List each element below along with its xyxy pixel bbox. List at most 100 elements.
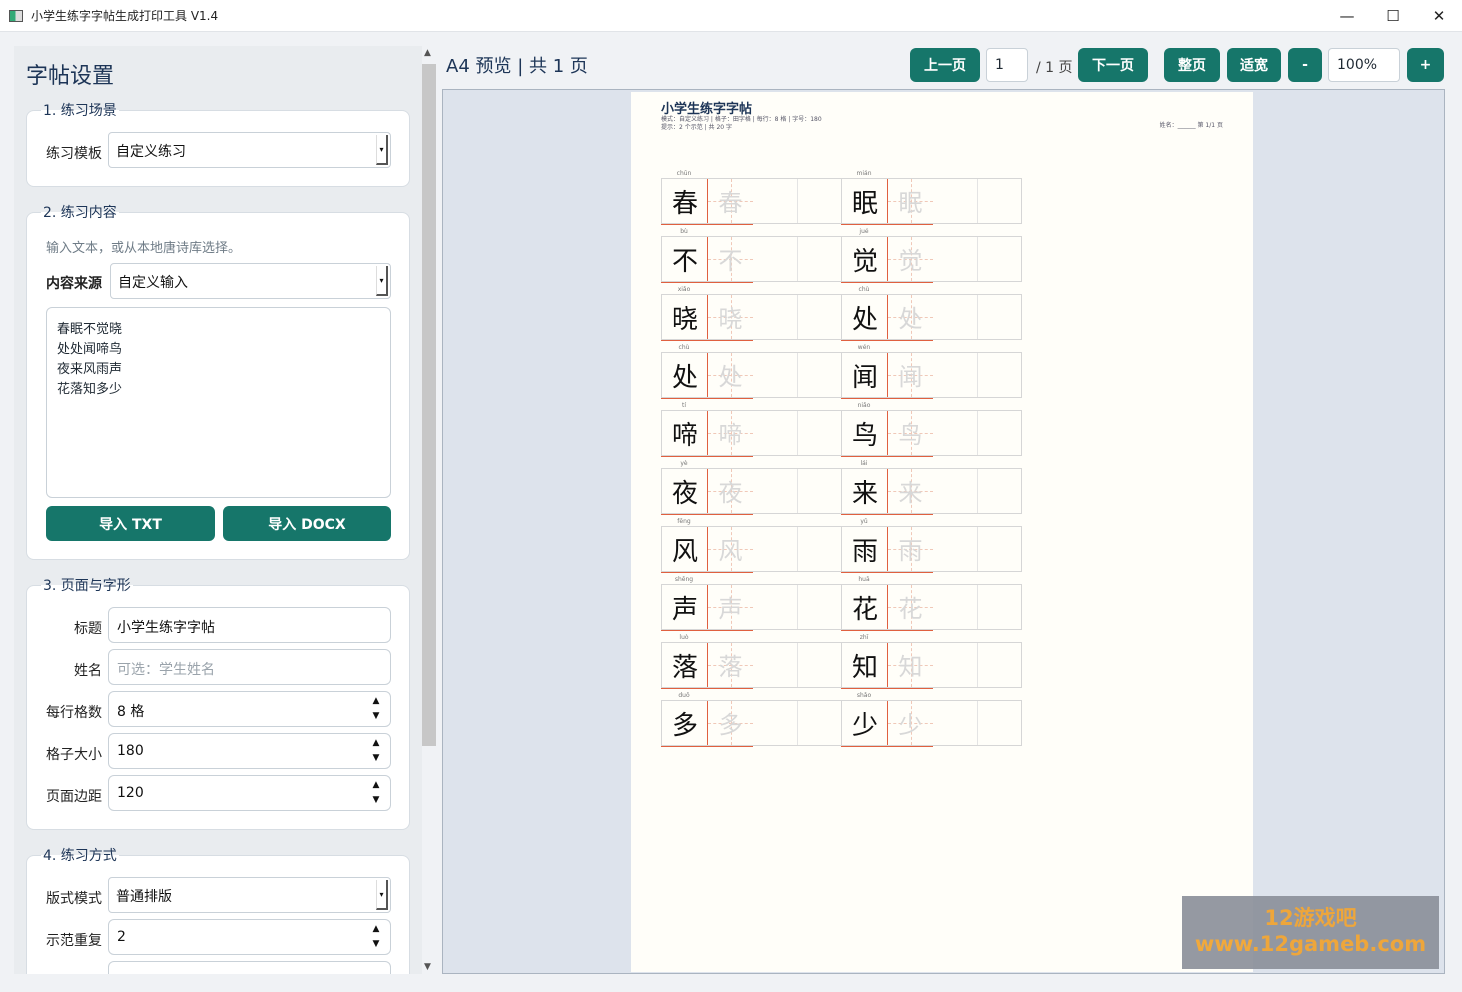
model-character: 风 bbox=[671, 537, 698, 567]
per-row-stepper[interactable]: 8 格 ▲ ▼ bbox=[108, 691, 391, 727]
template-select[interactable]: 自定义练习 ▾ bbox=[108, 132, 391, 168]
page-total: / 1 页 bbox=[1036, 60, 1073, 76]
template-select-value: 自定义练习 bbox=[116, 144, 186, 160]
trace-character: 来 bbox=[898, 479, 923, 507]
content-group: 2. 练习内容 输入文本，或从本地唐诗库选择。 内容来源 自定义输入 ▾ 春眠不… bbox=[26, 202, 410, 560]
trace-character: 少 bbox=[898, 711, 923, 739]
trace-character: 多 bbox=[718, 711, 743, 739]
fit-page-button[interactable]: 整页 bbox=[1164, 48, 1220, 82]
model-character: 花 bbox=[851, 595, 878, 625]
close-button[interactable]: ✕ bbox=[1416, 0, 1462, 32]
page-number-stepper[interactable]: 1 bbox=[986, 48, 1028, 82]
trace-character: 觉 bbox=[898, 247, 923, 275]
zoom-in-button[interactable]: + bbox=[1407, 48, 1444, 82]
page-number-value: 1 bbox=[995, 57, 1004, 73]
pinyin-label: tí bbox=[681, 402, 687, 409]
trace-character: 处 bbox=[718, 363, 743, 391]
margin-label: 页面边距 bbox=[46, 789, 102, 805]
source-select-value: 自定义输入 bbox=[118, 275, 188, 291]
content-hint: 输入文本，或从本地唐诗库选择。 bbox=[46, 241, 242, 256]
scrollbar-thumb[interactable] bbox=[422, 64, 436, 746]
settings-sidebar[interactable]: 字帖设置 1. 练习场景 练习模板 自定义练习 ▾ 2. 练习内容 输入文本，或… bbox=[14, 46, 422, 974]
scroll-up-icon[interactable]: ▲ bbox=[424, 48, 431, 58]
trace-character: 啼 bbox=[718, 421, 743, 449]
spin-up-icon[interactable]: ▲ bbox=[364, 922, 388, 937]
trace-character: 鸟 bbox=[898, 421, 923, 449]
minimize-button[interactable]: — bbox=[1324, 0, 1370, 32]
page-group: 3. 页面与字形 标题 小学生练字字帖 姓名 可选：学生姓名 每行格数 8 格 … bbox=[26, 575, 410, 830]
practice-group-label: 4. 练习方式 bbox=[41, 845, 119, 865]
spin-up-icon[interactable]: ▲ bbox=[364, 778, 388, 793]
spin-down-icon[interactable]: ▼ bbox=[364, 709, 388, 724]
watermark-line1: 12游戏吧 bbox=[1264, 906, 1357, 930]
per-row-value: 8 格 bbox=[117, 704, 145, 720]
spin-down-icon[interactable]: ▼ bbox=[364, 751, 388, 766]
next-stepper[interactable] bbox=[108, 961, 391, 974]
model-character: 觉 bbox=[851, 247, 878, 277]
trace-character: 处 bbox=[898, 305, 923, 333]
app-icon bbox=[9, 9, 23, 22]
margin-stepper[interactable]: 120 ▲ ▼ bbox=[108, 775, 391, 811]
source-label: 内容来源 bbox=[46, 276, 102, 292]
chevron-down-icon: ▾ bbox=[376, 135, 388, 165]
fit-width-button[interactable]: 适宽 bbox=[1227, 48, 1281, 82]
trace-character: 声 bbox=[718, 595, 743, 623]
title-input[interactable]: 小学生练字字帖 bbox=[108, 607, 391, 643]
practice-cell-row: 闻闻 bbox=[841, 352, 1022, 399]
scroll-down-icon[interactable]: ▼ bbox=[424, 962, 431, 972]
trace-character: 花 bbox=[898, 595, 923, 623]
model-character: 啼 bbox=[671, 421, 698, 451]
sidebar-scrollbar[interactable]: ▲ ▼ bbox=[422, 46, 436, 974]
name-input[interactable]: 可选：学生姓名 bbox=[108, 649, 391, 685]
zoom-stepper[interactable]: 100% bbox=[1328, 48, 1400, 82]
practice-cell-row: 知知 bbox=[841, 642, 1022, 689]
pinyin-label: fēng bbox=[677, 518, 691, 525]
pinyin-label: wén bbox=[857, 344, 871, 351]
cell-size-stepper[interactable]: 180 ▲ ▼ bbox=[108, 733, 391, 769]
pinyin-label: chù bbox=[858, 286, 870, 293]
chevron-down-icon: ▾ bbox=[376, 266, 388, 296]
model-character: 落 bbox=[671, 653, 698, 683]
preview-area[interactable]: 小学生练字字帖 模式：自定义练习 | 格子：田字格 | 每行：8 格 | 字号：… bbox=[442, 89, 1445, 974]
pinyin-label: shǎo bbox=[856, 692, 872, 699]
model-character: 处 bbox=[851, 305, 878, 335]
practice-cell-row: 多多 bbox=[661, 700, 842, 747]
model-character: 晓 bbox=[671, 305, 698, 335]
model-character: 春 bbox=[671, 189, 698, 219]
paper-info: 模式：自定义练习 | 格子：田字格 | 每行：8 格 | 字号：180 提示：2… bbox=[661, 116, 822, 132]
scenario-group-label: 1. 练习场景 bbox=[41, 100, 119, 120]
spin-up-icon[interactable]: ▲ bbox=[364, 736, 388, 751]
practice-cell-row: 春春 bbox=[661, 178, 842, 225]
next-page-button[interactable]: 下一页 bbox=[1078, 48, 1148, 82]
model-character: 夜 bbox=[671, 479, 698, 509]
a4-paper: 小学生练字字帖 模式：自定义练习 | 格子：田字格 | 每行：8 格 | 字号：… bbox=[631, 92, 1253, 972]
paper-meta: 姓名：______ 第 1/1 页 bbox=[1159, 122, 1223, 129]
trace-character: 眠 bbox=[898, 189, 923, 217]
source-select[interactable]: 自定义输入 ▾ bbox=[110, 263, 391, 299]
repeat-stepper[interactable]: 2 ▲ ▼ bbox=[108, 919, 391, 955]
content-textarea[interactable]: 春眠不觉晓 处处闻啼鸟 夜来风雨声 花落知多少 bbox=[46, 307, 391, 498]
import-docx-button[interactable]: 导入 DOCX bbox=[223, 506, 391, 541]
pinyin-label: chūn bbox=[676, 170, 692, 177]
practice-cell-row: 鸟鸟 bbox=[841, 410, 1022, 457]
template-label: 练习模板 bbox=[46, 146, 102, 162]
spin-down-icon[interactable]: ▼ bbox=[364, 793, 388, 808]
model-character: 少 bbox=[851, 711, 878, 741]
pinyin-label: lái bbox=[860, 460, 868, 467]
pinyin-label: zhī bbox=[859, 634, 869, 641]
prev-page-button[interactable]: 上一页 bbox=[910, 48, 980, 82]
zoom-value: 100% bbox=[1337, 57, 1378, 73]
layout-select[interactable]: 普通排版 ▾ bbox=[108, 877, 391, 913]
trace-character: 不 bbox=[718, 247, 743, 275]
spin-down-icon[interactable]: ▼ bbox=[364, 937, 388, 952]
model-character: 多 bbox=[671, 711, 698, 741]
trace-character: 落 bbox=[718, 653, 743, 681]
import-txt-button[interactable]: 导入 TXT bbox=[46, 506, 215, 541]
layout-label: 版式模式 bbox=[46, 891, 102, 907]
repeat-label: 示范重复 bbox=[46, 933, 102, 949]
practice-cell-row: 处处 bbox=[661, 352, 842, 399]
zoom-out-button[interactable]: - bbox=[1288, 48, 1322, 82]
spin-up-icon[interactable]: ▲ bbox=[364, 694, 388, 709]
practice-cell-row: 声声 bbox=[661, 584, 842, 631]
maximize-button[interactable]: ☐ bbox=[1370, 0, 1416, 32]
